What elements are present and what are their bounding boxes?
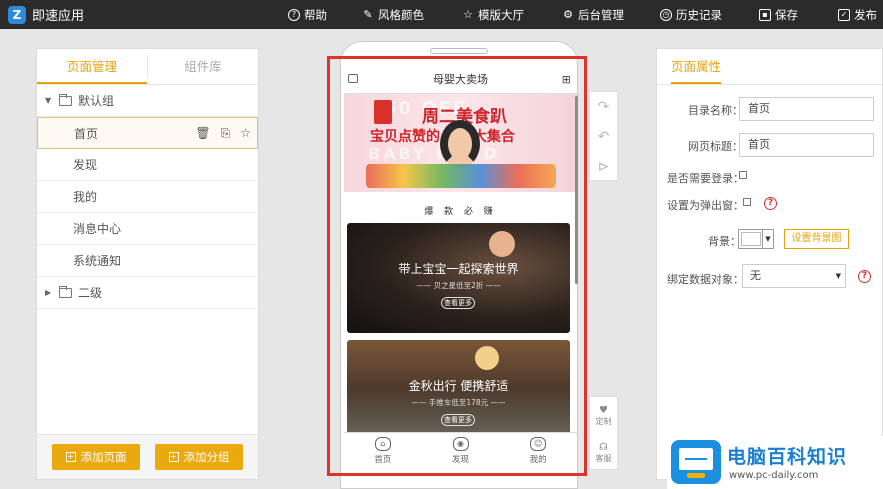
- background-label: 背景：: [708, 235, 741, 248]
- highlight-frame: [327, 56, 587, 476]
- add-page-button[interactable]: + 添加页面: [52, 444, 140, 470]
- templates-label: 模版大厅: [478, 7, 524, 22]
- caret-down-icon: ▼: [762, 230, 773, 248]
- folder-icon: [59, 93, 72, 106]
- copy-icon[interactable]: ⎘: [221, 126, 231, 141]
- add-page-label: 添加页面: [80, 450, 127, 464]
- app-name: 即速应用: [32, 9, 85, 24]
- heart-icon: ♥: [599, 404, 608, 416]
- add-folder-icon: +: [168, 452, 179, 462]
- watermark-title: 电脑百科知识: [727, 446, 848, 468]
- caret-down-icon: ▼: [835, 272, 841, 280]
- page-actions: 🗑 ⎘ ☆: [195, 118, 251, 148]
- add-page-icon: +: [65, 452, 76, 462]
- app-logo[interactable]: Z 即速应用: [8, 5, 84, 24]
- menu-name-label: 目录名称：: [688, 104, 743, 117]
- page-item-mine[interactable]: 我的: [37, 181, 258, 213]
- need-login-label: 是否需要登录：: [667, 172, 744, 185]
- phone-speaker: [430, 48, 488, 54]
- caret-down-icon[interactable]: ▼: [45, 96, 57, 105]
- popup-checkbox[interactable]: [743, 198, 751, 206]
- backend-label: 后台管理: [578, 7, 624, 22]
- star-icon: ☆: [463, 7, 473, 21]
- save-label: 保存: [775, 7, 798, 22]
- page-label: 发现: [73, 158, 98, 172]
- gear-icon: ⚙: [563, 7, 573, 21]
- headset-icon: ☊: [599, 441, 608, 453]
- page-item-discover[interactable]: 发现: [37, 149, 258, 181]
- group-default[interactable]: ▼ 默认组: [37, 85, 258, 117]
- save-icon: ▪: [759, 8, 771, 21]
- undo-icon[interactable]: ↶: [590, 122, 617, 152]
- folder-icon: [59, 285, 72, 298]
- tab-page-manager[interactable]: 页面管理: [37, 49, 147, 84]
- page-item-messages[interactable]: 消息中心: [37, 213, 258, 245]
- templates-button[interactable]: ☆ 模版大厅: [462, 0, 524, 29]
- customize-label: 定制: [595, 416, 612, 426]
- page-title-label: 网页标题：: [688, 140, 743, 153]
- star-icon[interactable]: ☆: [240, 126, 251, 140]
- palette-icon: ✎: [363, 7, 373, 21]
- page-label: 首页: [74, 126, 99, 141]
- page-label: 我的: [73, 190, 98, 204]
- redo-icon[interactable]: ↷: [590, 92, 617, 122]
- menu-name-field[interactable]: 首页: [739, 97, 874, 121]
- tab-component-library[interactable]: 组件库: [148, 49, 258, 84]
- page-label: 系统通知: [73, 254, 122, 268]
- style-color-button[interactable]: ✎ 风格颜色: [362, 0, 424, 29]
- customize-button[interactable]: ♥ 定制: [590, 397, 617, 434]
- color-swatch: [741, 232, 761, 246]
- background-color-picker[interactable]: ▼: [738, 229, 774, 249]
- caret-right-icon[interactable]: ▶: [45, 288, 57, 297]
- set-background-image-button[interactable]: 设置背景图: [784, 229, 849, 249]
- monitor-shape: [679, 448, 713, 470]
- bind-data-select[interactable]: 无 ▼: [742, 264, 846, 288]
- left-footer: + 添加页面 + 添加分组: [37, 434, 258, 479]
- group-label: 二级: [78, 286, 103, 300]
- need-login-checkbox[interactable]: [739, 171, 747, 179]
- edit-tools: ↷ ↶ ⊳: [589, 91, 618, 181]
- bind-data-label: 绑定数据对象：: [667, 273, 744, 286]
- question-icon: ?: [288, 8, 300, 21]
- backend-button[interactable]: ⚙ 后台管理: [562, 0, 624, 29]
- page-item-notifications[interactable]: 系统通知: [37, 245, 258, 277]
- group-level2[interactable]: ▶ 二级: [37, 277, 258, 309]
- question-icon[interactable]: ?: [764, 197, 777, 210]
- preview-icon[interactable]: ⊳: [590, 152, 617, 182]
- monitor-base: [687, 473, 705, 478]
- style-color-label: 风格颜色: [378, 7, 424, 22]
- trash-icon[interactable]: 🗑: [195, 126, 210, 140]
- properties-header: 页面属性: [657, 49, 882, 85]
- app-logo-icon: Z: [8, 5, 26, 24]
- bind-data-value: 无: [750, 269, 761, 282]
- history-button[interactable]: ◷ 历史记录: [660, 0, 722, 29]
- add-group-label: 添加分组: [183, 450, 230, 464]
- check-icon: ✓: [838, 8, 850, 21]
- watermark: 电脑百科知识 www.pc-daily.com: [667, 436, 883, 489]
- group-label: 默认组: [78, 94, 115, 108]
- service-label: 客服: [595, 453, 612, 463]
- page-manager-panel: 页面管理 组件库 ▼ 默认组 首页 🗑 ⎘ ☆ 发现 我的 消息中心 系统通知 …: [36, 48, 259, 480]
- service-button[interactable]: ☊ 客服: [590, 434, 617, 471]
- left-tabs: 页面管理 组件库: [37, 49, 258, 85]
- top-toolbar: Z 即速应用 ? 帮助 ✎ 风格颜色 ☆ 模版大厅 ⚙ 后台管理 ◷ 历史记录 …: [0, 0, 883, 29]
- add-group-button[interactable]: + 添加分组: [155, 444, 243, 470]
- help-tools: ♥ 定制 ☊ 客服: [589, 396, 618, 470]
- page-label: 消息中心: [73, 222, 122, 236]
- history-label: 历史记录: [676, 7, 722, 22]
- watermark-url: www.pc-daily.com: [729, 470, 819, 481]
- popup-label: 设置为弹出窗：: [667, 199, 744, 212]
- page-title-field[interactable]: 首页: [739, 133, 874, 157]
- properties-title: 页面属性: [671, 59, 722, 84]
- page-item-home[interactable]: 首页 🗑 ⎘ ☆: [37, 117, 258, 149]
- help-button[interactable]: ? 帮助: [288, 0, 327, 29]
- help-label: 帮助: [304, 7, 327, 22]
- pc-daily-logo-icon: [671, 440, 721, 484]
- save-button[interactable]: ▪ 保存: [759, 0, 798, 29]
- publish-button[interactable]: ✓ 发布: [838, 0, 877, 29]
- clock-icon: ◷: [660, 8, 672, 21]
- publish-label: 发布: [854, 7, 877, 22]
- question-icon[interactable]: ?: [858, 270, 871, 283]
